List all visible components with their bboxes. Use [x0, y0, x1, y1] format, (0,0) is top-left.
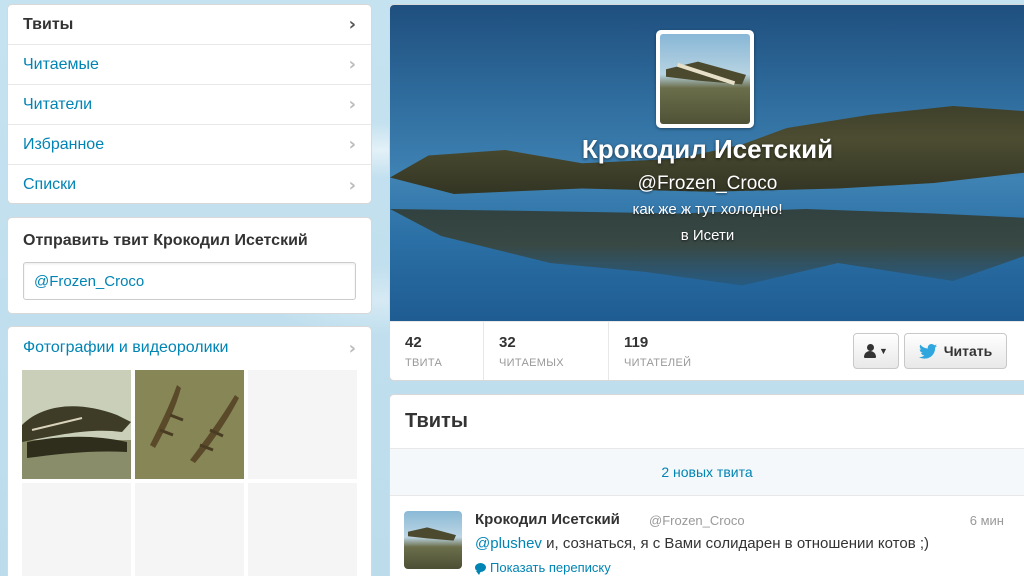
tweet-timestamp[interactable]: 6 мин	[970, 513, 1004, 528]
person-icon	[864, 344, 877, 358]
profile-header-card: Крокодил Исетский @Frozen_Croco как же ж…	[389, 4, 1024, 381]
profile-handle: @Frozen_Croco	[637, 173, 778, 194]
media-title: Фотографии и видеоролики	[23, 339, 229, 356]
tweet-text: @plushev и, сознаться, я с Вами солидаре…	[475, 535, 929, 552]
stat-label: ЧИТАТЕЛЕЙ	[624, 356, 692, 369]
nav-item-label: Списки	[23, 176, 77, 193]
compose-tweet-input[interactable]: @Frozen_Croco	[23, 262, 356, 300]
nav-item-label: Избранное	[23, 135, 105, 153]
tweets-title: Твиты	[390, 395, 1024, 449]
tweets-timeline: Твиты 2 новых твита Крокодил Исетский @F…	[389, 394, 1024, 576]
twitter-bird-icon	[918, 343, 937, 359]
user-actions-dropdown-button[interactable]: ▼	[853, 333, 899, 369]
tweet-body: и, сознаться, я с Вами солидарен в отнош…	[541, 535, 930, 552]
media-thumbnail-empty	[22, 483, 131, 576]
stat-label: ЧИТАЕМЫХ	[499, 356, 564, 369]
stat-followers[interactable]: 119 ЧИТАТЕЛЕЙ	[609, 322, 739, 381]
profile-location: в Исети	[680, 227, 735, 244]
avatar-image	[660, 34, 750, 124]
caret-down-icon: ▼	[879, 346, 888, 356]
media-thumbnail-empty	[248, 370, 357, 479]
tweet-mention-link[interactable]: @plushev	[475, 535, 542, 552]
compose-title: Отправить твит Крокодил Исетский	[23, 232, 308, 249]
tweet-avatar[interactable]	[404, 511, 462, 569]
new-tweets-label: 2 новых твита	[661, 464, 753, 480]
show-conversation-label: Показать переписку	[490, 560, 611, 575]
chevron-right-icon: ›	[348, 134, 356, 155]
profile-nav: Твиты › Читаемые › Читатели › Избранное …	[7, 4, 372, 204]
profile-name: Крокодил Исетский	[581, 134, 834, 164]
new-tweets-bar[interactable]: 2 новых твита	[390, 449, 1024, 496]
tweet-author-name[interactable]: Крокодил Исетский	[475, 511, 620, 528]
nav-item-followers[interactable]: Читатели ›	[8, 85, 371, 125]
nav-item-favorites[interactable]: Избранное ›	[8, 125, 371, 165]
tweet-author-handle[interactable]: @Frozen_Croco	[649, 513, 745, 528]
chevron-right-icon: ›	[348, 54, 356, 75]
chevron-right-icon: ›	[348, 94, 356, 115]
nav-item-lists[interactable]: Списки ›	[8, 165, 371, 203]
stat-tweets[interactable]: 42 ТВИТА	[390, 321, 484, 380]
stat-number: 32	[499, 333, 516, 351]
follow-button-label: Читать	[943, 343, 993, 359]
stat-label: ТВИТА	[405, 356, 443, 369]
stat-number: 42	[405, 333, 422, 351]
media-header[interactable]: Фотографии и видеоролики ›	[8, 327, 371, 369]
compose-tweet-module: Отправить твит Крокодил Исетский @Frozen…	[7, 217, 372, 314]
nav-item-tweets[interactable]: Твиты ›	[8, 5, 371, 45]
tweet-item[interactable]: Крокодил Исетский @Frozen_Croco 6 мин @p…	[390, 496, 1024, 576]
media-thumbnail-empty	[248, 483, 357, 576]
media-thumbnail[interactable]	[22, 370, 131, 479]
nav-item-label: Читатели	[23, 95, 93, 113]
follow-button[interactable]: Читать	[904, 333, 1007, 369]
media-thumbnail[interactable]	[135, 370, 244, 479]
speech-bubble-icon	[475, 563, 486, 575]
nav-item-label: Твиты	[23, 15, 74, 33]
stat-following[interactable]: 32 ЧИТАЕМЫХ	[484, 321, 609, 380]
profile-avatar[interactable]	[656, 30, 754, 128]
chevron-right-icon: ›	[348, 14, 356, 35]
stat-number: 119	[624, 333, 649, 351]
nav-item-label: Читаемые	[23, 55, 99, 73]
profile-bio: как же ж тут холодно!	[632, 201, 783, 218]
nav-item-following[interactable]: Читаемые ›	[8, 45, 371, 85]
media-module: Фотографии и видеоролики ›	[7, 326, 372, 576]
show-conversation-link[interactable]: Показать переписку	[475, 560, 611, 575]
chevron-right-icon: ›	[348, 337, 356, 359]
media-thumbnail-empty	[135, 483, 244, 576]
profile-banner: Крокодил Исетский @Frozen_Croco как же ж…	[390, 5, 1024, 321]
chevron-right-icon: ›	[348, 174, 356, 196]
